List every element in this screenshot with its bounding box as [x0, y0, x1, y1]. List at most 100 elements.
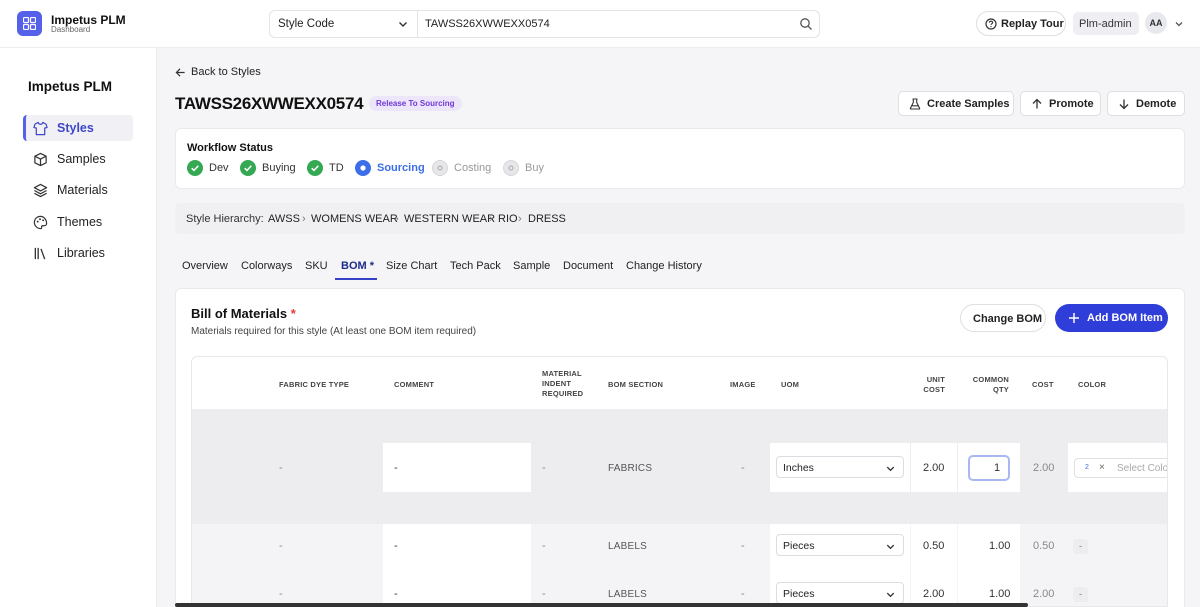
- promote-button[interactable]: Promote: [1020, 91, 1101, 116]
- bom-subtitle: Materials required for this style (At le…: [191, 326, 477, 337]
- help-circle-icon: [985, 18, 997, 30]
- search-type-select[interactable]: Style Code: [270, 11, 418, 37]
- bom-title: Bill of Materials *: [191, 306, 296, 321]
- tab-document[interactable]: Document: [563, 260, 613, 272]
- column-header-bom-section[interactable]: BOM SECTION: [608, 380, 663, 390]
- layers-icon: [33, 183, 48, 198]
- search-icon[interactable]: [799, 17, 813, 31]
- chevron-down-icon: [886, 592, 895, 598]
- change-bom-button[interactable]: Change BOM: [960, 304, 1046, 332]
- tab-tech-pack[interactable]: Tech Pack: [450, 260, 501, 272]
- back-label: Back to Styles: [191, 66, 261, 78]
- tab-size-chart[interactable]: Size Chart: [386, 260, 437, 272]
- tab-overview[interactable]: Overview: [182, 260, 228, 272]
- add-bom-item-button[interactable]: Add BOM Item: [1055, 304, 1168, 332]
- user-role-button[interactable]: Plm-admin: [1073, 12, 1139, 35]
- color-select[interactable]: 2 × Select Color: [1074, 458, 1167, 478]
- search-type-label: Style Code: [278, 18, 335, 30]
- tab-sample[interactable]: Sample: [513, 260, 550, 272]
- hierarchy-item[interactable]: WOMENS WEAR: [311, 213, 398, 225]
- chevron-right-icon: ›: [518, 213, 522, 225]
- arrow-left-icon: [175, 68, 185, 77]
- demote-button[interactable]: Demote: [1107, 91, 1185, 116]
- avatar[interactable]: AA: [1145, 12, 1167, 34]
- fabric-dye-value: -: [279, 540, 283, 552]
- sidebar-item-themes[interactable]: Themes: [23, 209, 133, 235]
- color-value[interactable]: -: [1073, 539, 1088, 554]
- create-samples-button[interactable]: Create Samples: [898, 91, 1014, 116]
- global-search: Style Code TAWSS26XWWEXX0574: [269, 10, 820, 38]
- workflow-title: Workflow Status: [187, 142, 273, 154]
- horizontal-scrollbar[interactable]: [175, 603, 1028, 607]
- search-input[interactable]: TAWSS26XWWEXX0574: [425, 18, 550, 30]
- sidebar-item-materials[interactable]: Materials: [23, 177, 133, 203]
- comment-cell[interactable]: [383, 524, 531, 606]
- uom-select[interactable]: Pieces: [776, 582, 904, 604]
- promote-label: Promote: [1049, 98, 1094, 110]
- header-line: UNIT: [926, 375, 945, 384]
- column-header-unit-cost[interactable]: UNIT COST: [921, 375, 945, 395]
- common-qty-value: 1: [994, 462, 1001, 474]
- color-value[interactable]: -: [1073, 587, 1088, 602]
- library-icon: [34, 247, 46, 260]
- tab-colorways[interactable]: Colorways: [241, 260, 292, 272]
- create-samples-label: Create Samples: [927, 98, 1010, 110]
- sidebar-item-libraries[interactable]: Libraries: [23, 240, 133, 266]
- tab-change-history[interactable]: Change History: [626, 260, 702, 272]
- column-header-color[interactable]: COLOR: [1078, 380, 1106, 390]
- sidebar-item-label: Styles: [57, 121, 94, 135]
- column-header-image[interactable]: IMAGE: [730, 380, 756, 390]
- check-circle-icon: [187, 160, 203, 176]
- hierarchy-item[interactable]: RIO: [498, 213, 518, 225]
- pending-step-icon: [432, 160, 448, 176]
- hierarchy-item[interactable]: WESTERN WEAR: [404, 213, 495, 225]
- active-tab-indicator: [335, 278, 377, 280]
- table-group-band: [192, 493, 1167, 524]
- close-icon[interactable]: ×: [1099, 462, 1105, 473]
- chevron-right-icon: ›: [395, 213, 399, 225]
- indent-value: -: [542, 588, 546, 600]
- uom-value: Pieces: [783, 588, 815, 600]
- table-row-bg: [192, 524, 1167, 606]
- box-icon: [34, 152, 47, 167]
- tab-bom[interactable]: BOM *: [341, 260, 374, 272]
- indent-value: -: [542, 540, 546, 552]
- shirt-icon: [33, 121, 48, 136]
- comment-value: -: [394, 540, 398, 552]
- hierarchy-item[interactable]: DRESS: [528, 213, 566, 225]
- unit-cost-value: 2.00: [923, 462, 945, 474]
- hierarchy-item[interactable]: AWSS: [268, 213, 300, 225]
- common-qty-value[interactable]: 1.00: [989, 588, 1010, 600]
- tab-sku[interactable]: SKU: [305, 260, 328, 272]
- sidebar-item-label: Themes: [57, 215, 103, 229]
- column-header-comment[interactable]: COMMENT: [394, 380, 434, 390]
- column-header-common-qty[interactable]: COMMON QTY: [968, 375, 1009, 395]
- chevron-down-icon[interactable]: [1174, 19, 1184, 29]
- uom-select[interactable]: Pieces: [776, 534, 904, 556]
- bom-section-value: LABELS: [608, 541, 648, 552]
- common-qty-input[interactable]: 1: [968, 455, 1010, 481]
- column-header-material-indent-required[interactable]: MATERIAL INDENT REQUIRED: [542, 369, 583, 399]
- column-header-uom[interactable]: UOM: [781, 380, 799, 390]
- column-header-fabric-dye-type[interactable]: FABRIC DYE TYPE: [279, 380, 349, 390]
- chevron-down-icon: [886, 544, 895, 550]
- common-qty-value[interactable]: 1.00: [989, 540, 1010, 552]
- comment-cell[interactable]: [383, 443, 531, 492]
- check-circle-icon: [240, 160, 256, 176]
- cost-value: 2.00: [1033, 462, 1055, 474]
- app-subtitle: Dashboard: [51, 25, 91, 34]
- user-role-label: Plm-admin: [1079, 18, 1132, 30]
- workflow-step-label: Buying: [262, 162, 296, 174]
- image-value: -: [741, 462, 745, 474]
- fabric-dye-value: -: [279, 588, 283, 600]
- app-logo-icon[interactable]: [17, 11, 42, 36]
- replay-tour-button[interactable]: Replay Tour: [976, 11, 1066, 36]
- chevron-right-icon: ›: [302, 213, 306, 225]
- workflow-step-label: Costing: [454, 162, 492, 174]
- sidebar-item-samples[interactable]: Samples: [23, 146, 133, 172]
- bom-title-text: Bill of Materials: [191, 306, 288, 321]
- uom-select[interactable]: Inches: [776, 456, 904, 478]
- sidebar-item-styles[interactable]: Styles: [23, 115, 133, 141]
- uom-value: Inches: [783, 462, 814, 474]
- column-header-cost[interactable]: COST: [1032, 380, 1054, 390]
